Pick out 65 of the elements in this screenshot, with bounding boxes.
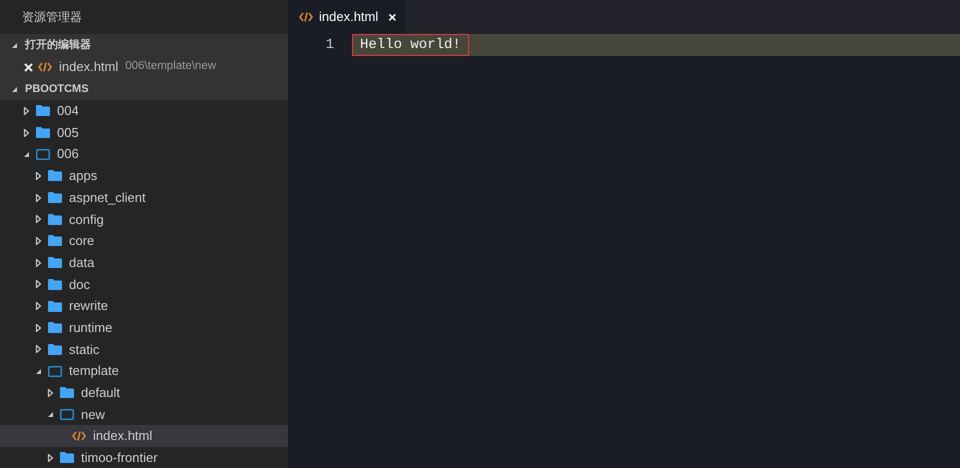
folder-tree-item[interactable]: default: [0, 382, 288, 404]
section-header[interactable]: PBOOTCMS: [0, 78, 288, 100]
folder-tree-item[interactable]: static: [0, 338, 288, 360]
folder-tree-item[interactable]: config: [0, 208, 288, 230]
collapsed-arrow-icon[interactable]: [34, 280, 42, 288]
collapsed-arrow-icon[interactable]: [34, 258, 42, 267]
folder-icon: [60, 387, 74, 398]
folder-tree-item[interactable]: new: [0, 404, 288, 426]
collapsed-arrow-icon[interactable]: [34, 236, 42, 245]
expanded-arrow-icon[interactable]: [22, 150, 30, 158]
code-file-icon: [38, 62, 52, 72]
folder-tree-item[interactable]: doc: [0, 274, 288, 296]
folder-tree-item[interactable]: 005: [0, 122, 288, 144]
code-file-icon: [299, 12, 313, 22]
line-number: 1: [324, 36, 335, 54]
collapsed-arrow-icon[interactable]: [46, 388, 54, 397]
collapsed-arrow-icon[interactable]: [34, 324, 42, 332]
expanded-arrow-icon[interactable]: [34, 368, 42, 375]
collapsed-arrow-icon[interactable]: [34, 345, 42, 354]
expanded-arrow-icon[interactable]: [10, 42, 18, 48]
folder-icon: [48, 257, 62, 268]
folder-tree-item[interactable]: 006: [0, 143, 288, 166]
collapsed-arrow-icon[interactable]: [34, 194, 42, 202]
folder-tree-item[interactable]: template: [0, 360, 288, 382]
collapsed-arrow-icon[interactable]: [22, 128, 30, 137]
folder-tree-item[interactable]: rewrite: [0, 295, 288, 317]
file-tree-item[interactable]: index.html: [0, 425, 288, 447]
editor-tab[interactable]: index.html ×: [288, 0, 406, 34]
folder-tree-item[interactable]: apps: [0, 165, 288, 187]
sidebar-title: 资源管理器: [21, 9, 83, 26]
expanded-arrow-icon[interactable]: [10, 86, 18, 92]
folder-tree-item[interactable]: timoo-frontier: [0, 447, 288, 468]
folder-icon: [48, 235, 62, 246]
collapsed-arrow-icon[interactable]: [22, 106, 30, 115]
folder-icon: [60, 408, 74, 420]
collapsed-arrow-icon[interactable]: [34, 215, 42, 224]
folder-icon: [48, 214, 62, 225]
folder-icon: [36, 105, 50, 116]
file-path: 006\template\new: [125, 59, 216, 74]
folder-icon: [36, 127, 50, 138]
code-file-icon: [72, 431, 86, 442]
folder-icon: [48, 344, 62, 355]
folder-icon: [48, 192, 62, 204]
folder-icon: [48, 278, 62, 290]
folder-icon: [48, 366, 62, 377]
folder-tree-item[interactable]: aspnet_client: [0, 186, 288, 208]
code-text: Hello world!: [352, 34, 469, 56]
folder-tree-item[interactable]: 004: [0, 100, 288, 122]
folder-icon: [36, 148, 50, 160]
section-header[interactable]: 打开的编辑器: [0, 34, 288, 56]
open-editor-item[interactable]: index.html 006\template\new: [0, 56, 288, 78]
close-icon[interactable]: [24, 62, 33, 72]
folder-icon: [48, 322, 62, 334]
folder-tree-item[interactable]: data: [0, 252, 288, 274]
folder-icon: [48, 170, 62, 182]
folder-tree-item[interactable]: core: [0, 230, 288, 252]
expanded-arrow-icon[interactable]: [46, 410, 54, 418]
folder-tree-item[interactable]: runtime: [0, 316, 288, 339]
collapsed-arrow-icon[interactable]: [46, 454, 54, 462]
file-name: index.html: [59, 58, 118, 76]
folder-icon: [48, 300, 62, 312]
folder-icon: [60, 452, 74, 464]
collapsed-arrow-icon[interactable]: [34, 172, 42, 180]
close-icon[interactable]: ×: [388, 6, 396, 28]
collapsed-arrow-icon[interactable]: [34, 302, 42, 310]
